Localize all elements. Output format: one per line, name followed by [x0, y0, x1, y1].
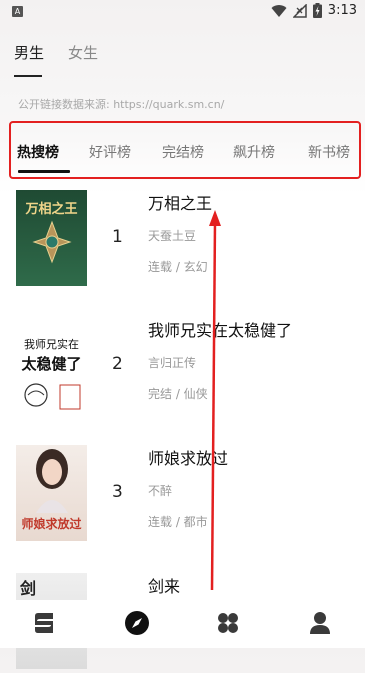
nav-discover[interactable]: [124, 610, 150, 636]
tab-hot-search[interactable]: 热搜榜: [17, 142, 59, 162]
book-author: 天蚕土豆: [148, 229, 197, 243]
status-bar: A 3:13: [0, 0, 365, 24]
cover-illustration: [24, 383, 81, 410]
bottom-navigation: [0, 600, 365, 648]
tab-completed[interactable]: 完结榜: [162, 142, 204, 162]
book-tags: 连载 / 都市: [148, 515, 208, 529]
bookshelf-icon: [35, 613, 53, 633]
book-tags: 完结 / 仙侠: [148, 387, 208, 401]
tab-rising[interactable]: 飙升榜: [233, 142, 275, 162]
book-title[interactable]: 万相之王: [148, 190, 212, 214]
cover-title: 万相之王: [25, 202, 78, 217]
gender-tab-indicator: [14, 75, 42, 77]
rank-number: 1: [112, 227, 123, 247]
book-cover[interactable]: 师娘求放过: [16, 445, 87, 541]
book-item[interactable]: 我师兄实在 太稳健了 2 我师兄实在太稳健了 言归正传 完结 / 仙侠: [0, 317, 365, 417]
battery-charging-icon: [312, 3, 322, 18]
gender-tabs: 男生 女生: [14, 42, 98, 63]
tab-new-books[interactable]: 新书榜: [308, 142, 350, 162]
book-title[interactable]: 师娘求放过: [148, 445, 228, 469]
wifi-icon: [271, 4, 287, 17]
cover-title: 剑: [20, 579, 37, 598]
cover-title-line1: 我师兄实在: [24, 338, 79, 351]
compass-icon: [125, 611, 149, 635]
cover-title: 师娘求放过: [21, 517, 82, 531]
data-source-note: 公开链接数据来源: https://quark.sm.cn/: [18, 98, 225, 111]
book-title[interactable]: 剑来: [148, 573, 180, 597]
app-notification-icon: A: [12, 6, 23, 17]
book-item[interactable]: 万相之王 1 万相之王 天蚕土豆 连载 / 玄幻: [0, 190, 365, 290]
rank-tab-indicator: [18, 170, 70, 173]
book-cover[interactable]: 万相之王: [16, 190, 87, 286]
book-item[interactable]: 师娘求放过 3 师娘求放过 不醉 连载 / 都市: [0, 445, 365, 545]
rank-number: 2: [112, 354, 123, 374]
book-author: 言归正传: [148, 356, 197, 370]
status-icons: 3:13: [271, 3, 357, 18]
rank-number: 3: [112, 482, 123, 502]
nav-category[interactable]: [215, 610, 241, 636]
cover-portrait: [36, 449, 68, 513]
tab-male[interactable]: 男生: [14, 42, 44, 63]
book-author: 不醉: [148, 484, 173, 498]
cover-title-line2: 太稳健了: [21, 355, 82, 373]
tab-female[interactable]: 女生: [68, 42, 98, 63]
book-title[interactable]: 我师兄实在太稳健了: [148, 317, 292, 341]
nav-bookshelf[interactable]: [31, 610, 57, 636]
category-icon: [218, 613, 238, 633]
cover-emblem: [32, 220, 72, 264]
user-icon: [310, 612, 330, 634]
no-signal-icon: [292, 3, 307, 18]
ranking-tabs: 热搜榜 好评榜 完结榜 飙升榜 新书榜: [9, 121, 361, 179]
nav-profile[interactable]: [307, 610, 333, 636]
status-time: 3:13: [327, 3, 357, 18]
tab-top-rated[interactable]: 好评榜: [89, 142, 131, 162]
book-tags: 连载 / 玄幻: [148, 260, 208, 274]
book-cover[interactable]: 我师兄实在 太稳健了: [16, 317, 87, 413]
